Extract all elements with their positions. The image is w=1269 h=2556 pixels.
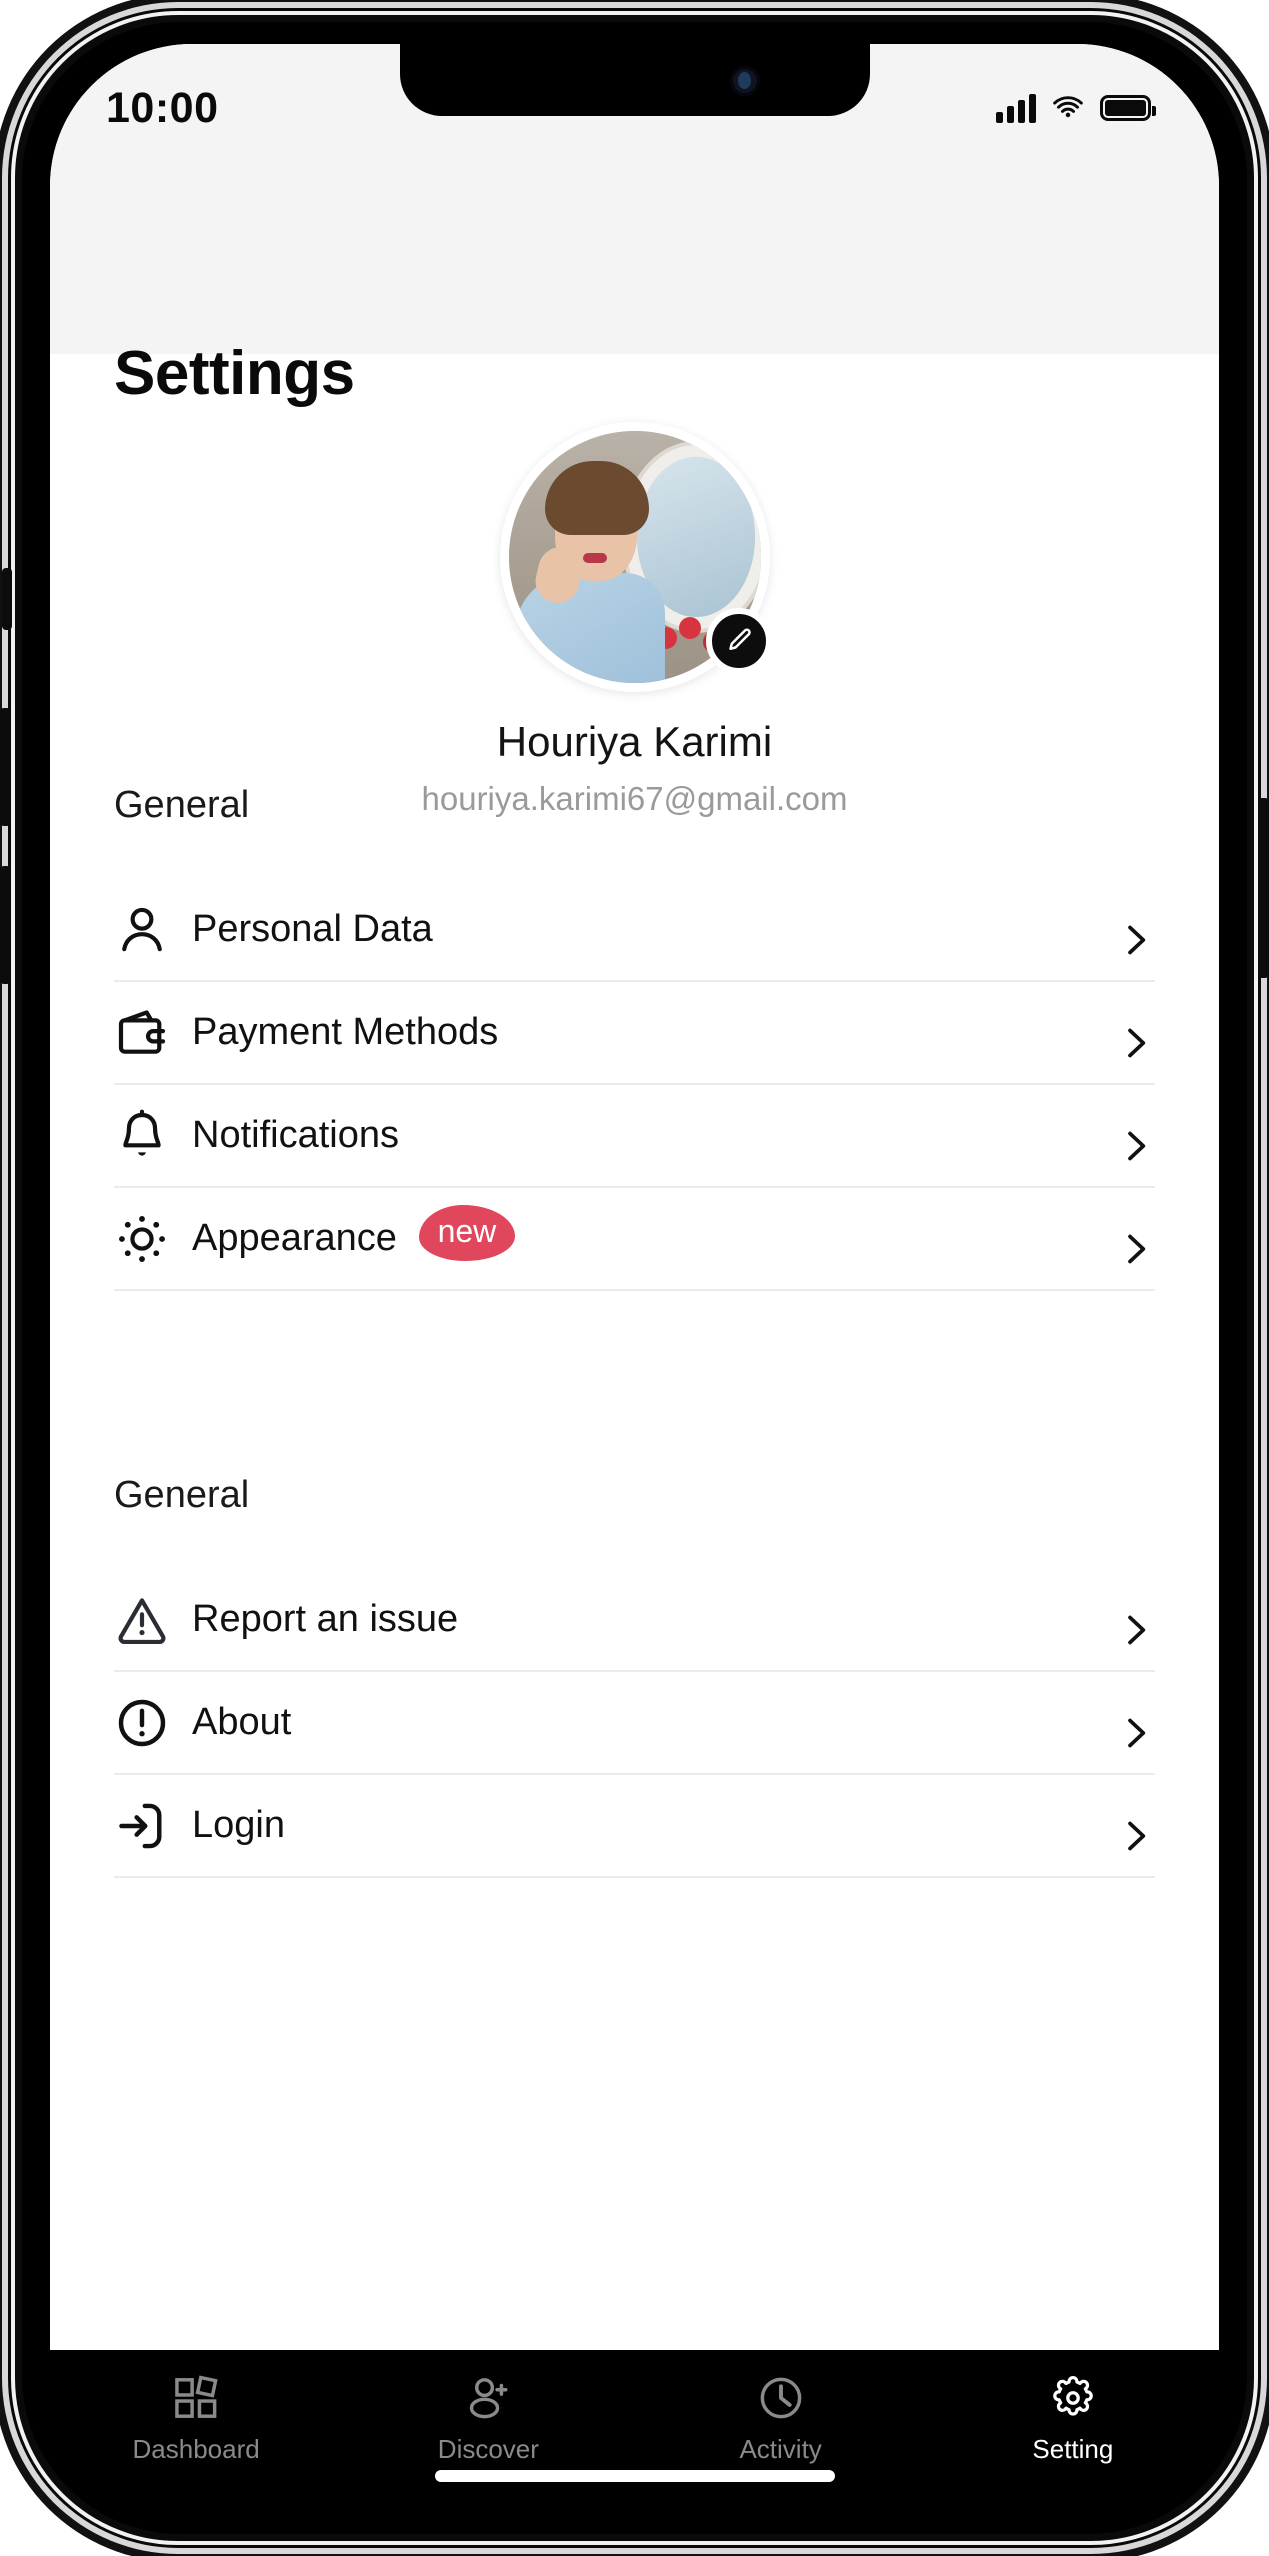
bottom-navigation-bar: Dashboard Discover Activity Setting — [50, 2350, 1219, 2512]
edit-avatar-button[interactable] — [705, 608, 772, 674]
chevron-right-icon — [1115, 1126, 1155, 1166]
menu-item-personal-data[interactable]: Personal Data — [114, 879, 1155, 982]
menu-item-label: Personal Data — [192, 908, 433, 950]
menu-item-payment-methods[interactable]: Payment Methods — [114, 982, 1155, 1085]
menu-item-label: Notifications — [192, 1114, 399, 1156]
menu-item-about[interactable]: About — [114, 1672, 1155, 1775]
cellular-signal-icon — [996, 93, 1036, 123]
chevron-right-icon — [1115, 1023, 1155, 1063]
menu-item-label: Report an issue — [192, 1598, 459, 1640]
status-badge: new — [418, 1204, 515, 1261]
menu-item-label: Payment Methods — [192, 1011, 499, 1053]
nav-tab-discover[interactable]: Discover — [342, 2372, 634, 2465]
menu-item-label: About — [192, 1701, 292, 1743]
chevron-right-icon — [1115, 1713, 1155, 1753]
profile-name: Houriya Karimi — [496, 718, 773, 765]
nav-tab-label: Setting — [1032, 2434, 1114, 2464]
profile-section: Houriya Karimi houriya.karimi67@gmail.co… — [50, 422, 1219, 818]
login-arrow-icon — [114, 1798, 192, 1854]
phone-screen: 10:00 Settings Houriya Karimi houriya.ka… — [50, 44, 1219, 2512]
menu-item-report-an-issue[interactable]: Report an issue — [114, 1569, 1155, 1672]
wallet-icon — [114, 1005, 192, 1061]
chevron-right-icon — [1115, 1816, 1155, 1856]
nav-tab-label: Discover — [437, 2434, 539, 2464]
page-title: Settings — [114, 339, 355, 408]
grid-squares-icon — [175, 2375, 218, 2418]
settings-section-general-1: General Personal Data Payment Methods No… — [50, 784, 1219, 1291]
settings-menu-list-2: Report an issue About Login — [50, 1569, 1219, 1878]
clock-icon — [760, 2377, 801, 2419]
nav-tab-setting[interactable]: Setting — [927, 2372, 1219, 2465]
wifi-icon — [1053, 96, 1083, 118]
menu-item-text: Appearance — [192, 1217, 397, 1259]
volume-down-button[interactable] — [0, 866, 11, 984]
warning-triangle-icon — [114, 1592, 192, 1648]
nav-tab-dashboard[interactable]: Dashboard — [50, 2372, 342, 2465]
front-camera — [729, 66, 760, 96]
settings-section-general-2: General Report an issue About Login — [50, 1474, 1219, 1878]
menu-item-appearance[interactable]: Appearance new — [114, 1188, 1155, 1291]
nav-tab-activity[interactable]: Activity — [635, 2372, 927, 2465]
menu-item-notifications[interactable]: Notifications — [114, 1085, 1155, 1188]
status-bar-icons — [996, 91, 1156, 125]
menu-item-label: Appearance new — [192, 1204, 1115, 1267]
status-bar-clock: 10:00 — [106, 83, 219, 132]
nav-tab-label: Activity — [739, 2434, 822, 2464]
pencil-edit-icon — [728, 628, 751, 650]
chevron-right-icon — [1115, 1229, 1155, 1269]
silent-switch-button[interactable] — [2, 568, 12, 630]
settings-app: 10:00 Settings Houriya Karimi houriya.ka… — [50, 44, 1219, 2350]
brightness-sun-icon — [114, 1211, 192, 1267]
settings-menu-list: Personal Data Payment Methods Notificati… — [50, 879, 1219, 1291]
nav-tab-label: Dashboard — [132, 2434, 260, 2464]
user-icon — [114, 902, 192, 958]
power-button[interactable] — [1258, 798, 1269, 978]
avatar-wrapper — [499, 422, 772, 692]
menu-item-label: Login — [192, 1804, 285, 1846]
profile-email: houriya.karimi67@gmail.com — [421, 780, 848, 817]
phone-frame: 10:00 Settings Houriya Karimi houriya.ka… — [0, 8, 1269, 2548]
device-notch — [399, 44, 870, 116]
info-circle-icon — [114, 1695, 192, 1751]
menu-item-login[interactable]: Login — [114, 1775, 1155, 1878]
section-title: General — [114, 1474, 250, 1516]
home-indicator[interactable] — [434, 2470, 835, 2482]
screen-content: 10:00 Settings Houriya Karimi houriya.ka… — [50, 44, 1219, 2512]
chevron-right-icon — [1115, 920, 1155, 960]
gear-icon — [1053, 2376, 1093, 2416]
chevron-right-icon — [1115, 1610, 1155, 1650]
bell-icon — [114, 1108, 192, 1164]
battery-full-icon — [1100, 95, 1156, 121]
volume-up-button[interactable] — [0, 708, 11, 826]
user-plus-icon — [470, 2378, 508, 2419]
